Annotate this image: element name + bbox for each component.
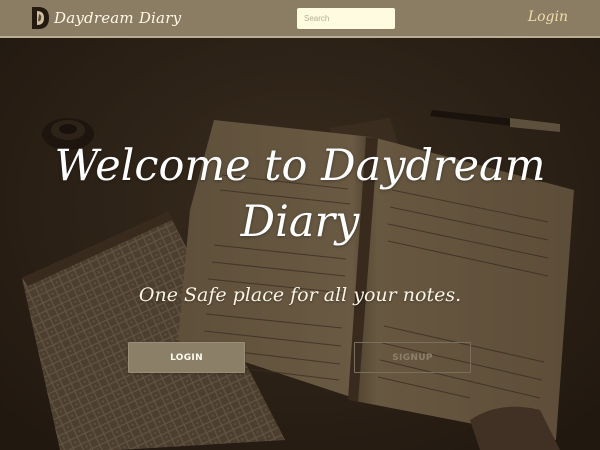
signup-button[interactable]: SIGNUP — [354, 342, 471, 373]
login-button[interactable]: LOGIN — [128, 342, 245, 373]
brand[interactable]: Daydream Diary — [30, 5, 181, 31]
hero-title: Welcome to Daydream Diary — [54, 141, 546, 247]
search-input[interactable] — [297, 8, 395, 29]
brand-name: Daydream Diary — [54, 9, 182, 27]
page: Daydream Diary Login Welcome to Daydream… — [0, 0, 600, 450]
nav-login-link[interactable]: Login — [528, 9, 568, 25]
navbar: Daydream Diary Login — [0, 0, 600, 38]
hero-subtitle: One Safe place for all your notes. — [138, 284, 462, 306]
d-logo-icon — [32, 7, 49, 29]
